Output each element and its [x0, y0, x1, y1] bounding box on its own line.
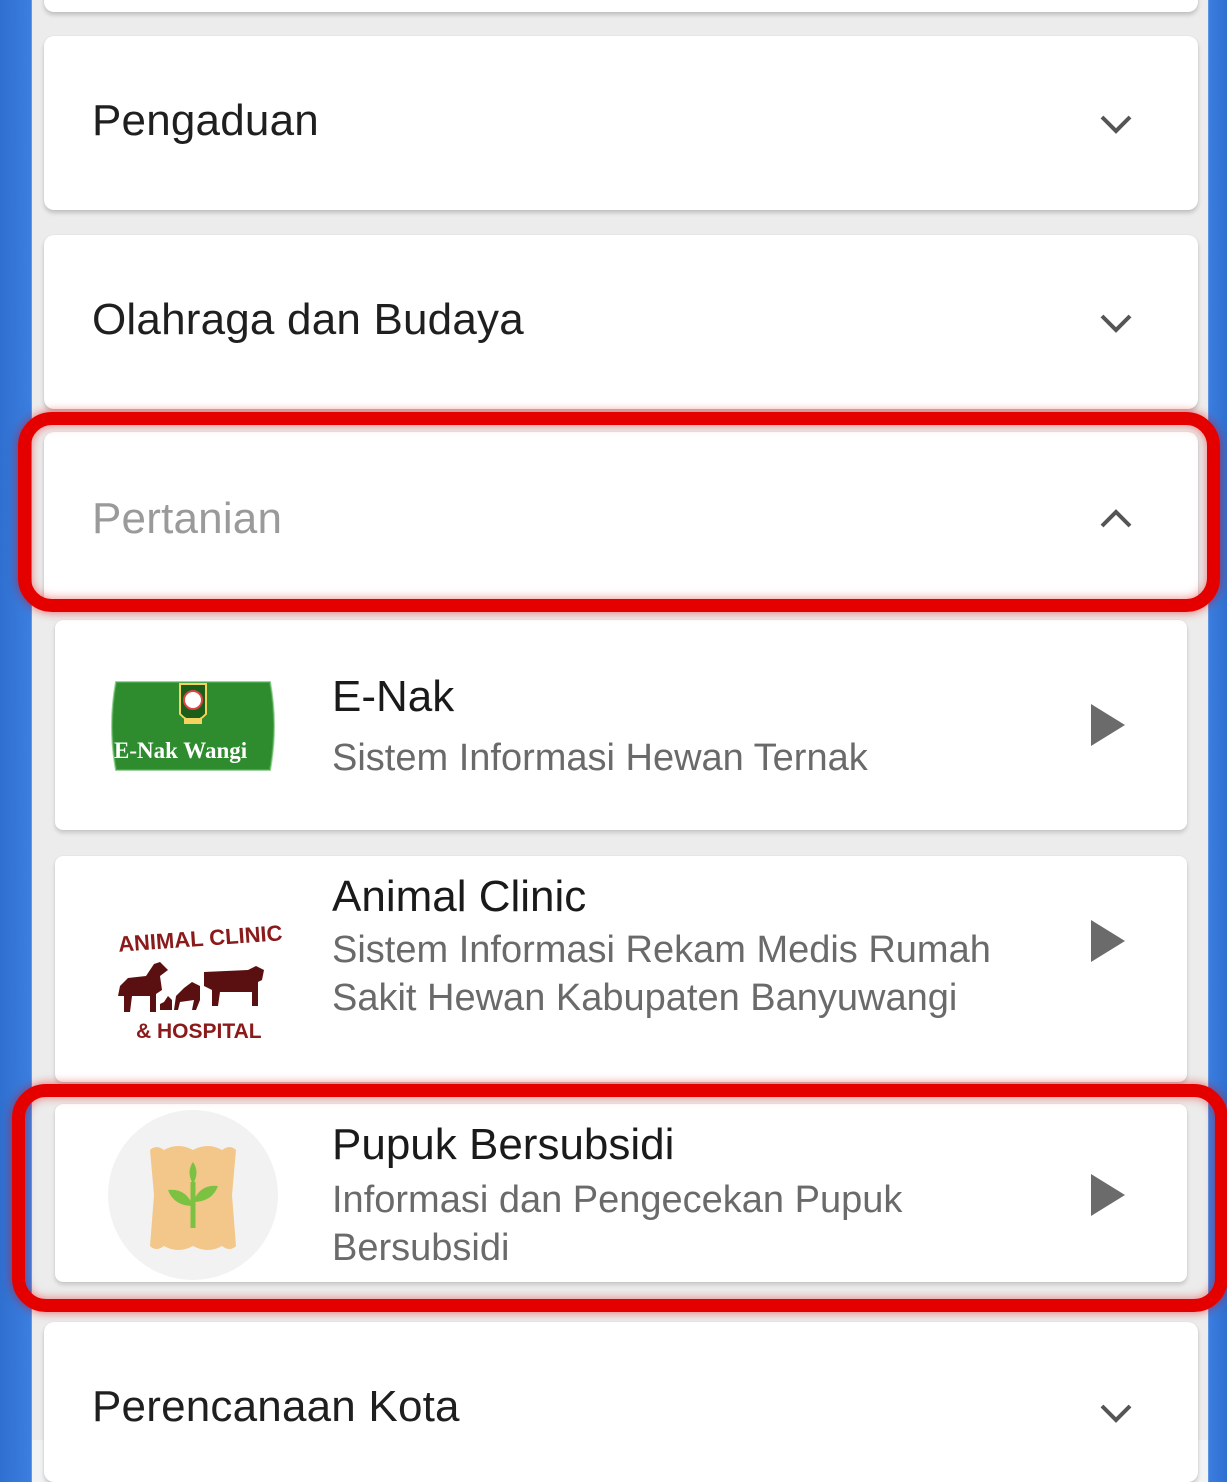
- chevron-up-icon: [1100, 509, 1132, 528]
- clinic-logo-bottom-text: & HOSPITAL: [136, 1020, 262, 1043]
- category-pengaduan[interactable]: Pengaduan: [44, 36, 1198, 210]
- enak-wangi-logo: E-Nak Wangi: [108, 678, 278, 774]
- app-description: Informasi dan Pengecekan Pupuk Bersubsid…: [332, 1179, 903, 1269]
- category-title: Perencanaan Kota: [92, 1382, 460, 1431]
- category-pertanian[interactable]: Pertanian: [44, 432, 1198, 606]
- app-item-animal-clinic[interactable]: ANIMAL CLINIC & HOSPITAL Animal Clinic S…: [55, 856, 1187, 1082]
- fertilizer-sack-icon: [108, 1110, 278, 1280]
- play-arrow-icon: [1091, 920, 1125, 962]
- chevron-down-icon: [1100, 115, 1132, 134]
- category-title: Olahraga dan Budaya: [92, 295, 524, 344]
- app-description: Sistem Informasi Rekam Medis Rumah Sakit…: [332, 929, 991, 1019]
- app-item-pupuk-bersubsidi[interactable]: Pupuk Bersubsidi Informasi dan Pengeceka…: [55, 1104, 1187, 1282]
- chevron-down-icon: [1100, 314, 1132, 333]
- app-description: Sistem Informasi Hewan Ternak: [332, 737, 868, 779]
- app-title: Pupuk Bersubsidi: [332, 1120, 675, 1169]
- app-item-enak[interactable]: E-Nak Wangi E-Nak Sistem Informasi Hewan…: [55, 620, 1187, 830]
- app-title: E-Nak: [332, 672, 455, 721]
- play-arrow-icon: [1091, 704, 1125, 746]
- animal-clinic-logo: ANIMAL CLINIC & HOSPITAL: [108, 920, 283, 1056]
- app-title: Animal Clinic: [332, 872, 587, 921]
- category-perencanaan-kota[interactable]: Perencanaan Kota: [44, 1322, 1198, 1482]
- chevron-down-icon: [1100, 1404, 1132, 1423]
- category-title: Pertanian: [92, 494, 283, 543]
- enak-logo-text: E-Nak Wangi: [114, 738, 248, 763]
- clinic-logo-top-text: ANIMAL CLINIC: [117, 920, 284, 957]
- category-title: Pengaduan: [92, 96, 319, 145]
- category-olahraga-dan-budaya[interactable]: Olahraga dan Budaya: [44, 235, 1198, 409]
- previous-card-edge: [44, 0, 1198, 12]
- play-arrow-icon: [1091, 1174, 1125, 1216]
